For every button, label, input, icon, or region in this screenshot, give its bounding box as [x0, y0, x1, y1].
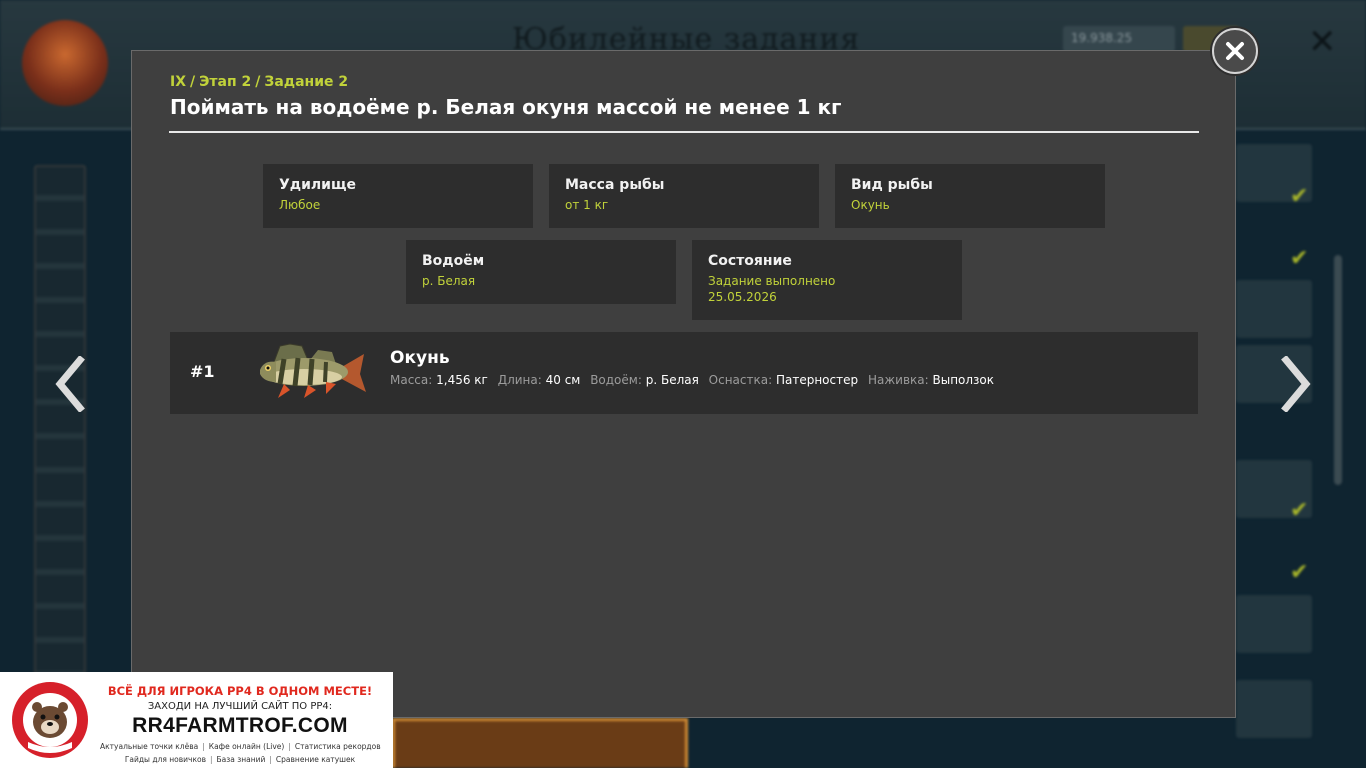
breadcrumb-stage: Этап 2 [199, 74, 252, 90]
condition-label: Масса рыбы [565, 177, 665, 193]
catch-index: #1 [190, 362, 215, 381]
promo-link[interactable]: Актуальные точки клёва [100, 742, 198, 751]
breadcrumb-separator: / [255, 74, 261, 90]
condition-value: от 1 кг [565, 198, 609, 212]
player-avatar [22, 20, 108, 106]
promo-subline: ЗАХОДИ НА ЛУЧШИЙ САЙТ ПО РР4: [147, 701, 333, 712]
background-vertical-banner [34, 165, 86, 695]
detail-label: Водоём: [590, 373, 642, 387]
promo-link[interactable]: База знаний [217, 755, 266, 764]
money-counter: 19.938.25 [1063, 26, 1175, 52]
condition-value: Задание выполнено 25.05.2026 [708, 273, 946, 305]
previous-arrow-icon[interactable] [52, 356, 86, 412]
detail-label: Наживка: [867, 373, 929, 387]
condition-status: Состояние Задание выполнено 25.05.2026 [692, 240, 962, 320]
promo-headline: ВСЁ ДЛЯ ИГРОКА РР4 В ОДНОМ МЕСТЕ! [107, 684, 373, 698]
promo-links-row: Актуальные точки клёва | Кафе онлайн (Live… [100, 742, 381, 751]
detail-label: Длина: [497, 373, 542, 387]
list-item [1236, 280, 1312, 338]
condition-value: Окунь [851, 198, 890, 212]
status-date: 25.05.2026 [708, 290, 777, 304]
condition-value: Любое [279, 198, 321, 212]
perch-fish-image [260, 343, 366, 398]
condition-value: р. Белая [422, 274, 476, 288]
background-task-list: ✔ ✔ ✔ ✔ [1236, 140, 1366, 768]
fish-bait: Выползок [932, 373, 995, 387]
background-frame [392, 718, 688, 768]
condition-water: Водоём р. Белая [406, 240, 676, 304]
check-icon: ✔ [1290, 498, 1309, 523]
next-arrow-icon[interactable] [1280, 356, 1314, 412]
condition-label: Водоём [422, 253, 485, 269]
catch-details: Масса: 1,456 кг Длина: 40 см Водоём: р. … [390, 373, 1000, 387]
promo-banner[interactable]: ВСЁ ДЛЯ ИГРОКА РР4 В ОДНОМ МЕСТЕ! ЗАХОДИ… [0, 672, 393, 768]
detail-label: Оснастка: [708, 373, 773, 387]
fish-water: р. Белая [645, 373, 699, 387]
breadcrumb-separator: / [190, 74, 196, 90]
check-icon: ✔ [1290, 560, 1309, 585]
close-button[interactable] [1212, 28, 1258, 74]
promo-link[interactable]: Статистика рекордов [295, 742, 381, 751]
status-text: Задание выполнено [708, 274, 836, 288]
breadcrumb: IX / Этап 2/Задание 2 [170, 74, 348, 90]
promo-link[interactable]: Кафе онлайн (Live) [209, 742, 285, 751]
list-item [1236, 680, 1312, 738]
close-icon [1226, 42, 1244, 60]
promo-link[interactable]: Сравнение катушек [276, 755, 355, 764]
fish-length: 40 см [545, 373, 581, 387]
condition-rod: Удилище Любое [263, 164, 533, 228]
fish-mass: 1,456 кг [436, 373, 488, 387]
task-details-modal: IX / Этап 2/Задание 2 Поймать на водоёме р… [131, 50, 1236, 718]
list-item [1236, 595, 1312, 653]
breadcrumb-level: IX [170, 74, 187, 90]
site-logo [12, 682, 88, 758]
condition-fish-species: Вид рыбы Окунь [835, 164, 1105, 228]
fish-tackle: Патерностер [775, 373, 859, 387]
title-divider [169, 131, 1199, 133]
condition-label: Удилище [279, 177, 356, 193]
promo-links-row: Гайды для новичков | База знаний | Сравнение… [124, 755, 356, 764]
breadcrumb-task: Задание 2 [264, 74, 349, 90]
promo-link[interactable]: Гайды для новичков [125, 755, 206, 764]
check-icon: ✔ [1290, 184, 1309, 209]
condition-label: Состояние [708, 253, 792, 269]
catch-record-row[interactable]: #1 Окунь Масса: 1,456 кг Длина: 40 см Во… [170, 332, 1198, 414]
fish-name: Окунь [390, 348, 450, 368]
condition-label: Вид рыбы [851, 177, 933, 193]
task-title: Поймать на водоёме р. Белая окуня массой… [170, 95, 842, 119]
promo-site-link[interactable]: RR4FARMTROF.COM [100, 714, 380, 738]
background-scrollbar [1334, 255, 1342, 485]
condition-fish-mass: Масса рыбы от 1 кг [549, 164, 819, 228]
background-close-icon: ✕ [1308, 22, 1337, 62]
check-icon: ✔ [1290, 246, 1309, 271]
detail-label: Масса: [390, 373, 433, 387]
